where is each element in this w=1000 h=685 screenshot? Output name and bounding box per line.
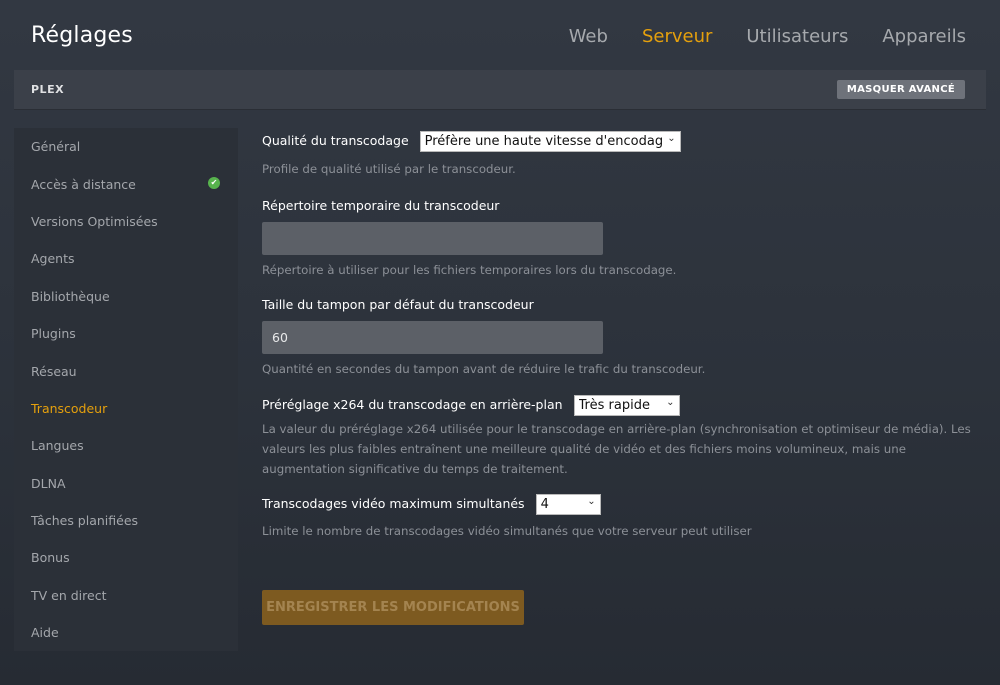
page-title: Réglages — [31, 23, 133, 48]
max-transcodes-row: Transcodages vidéo maximum simultanés 4 … — [262, 491, 987, 516]
sidebar-item-label: Langues — [31, 438, 84, 454]
buffer-label: Taille du tampon par défaut du transcode… — [262, 297, 534, 312]
quality-help: Profile de qualité utilisé par le transc… — [262, 162, 516, 176]
sidebar-item-label: Bibliothèque — [31, 288, 110, 304]
max-transcodes-label: Transcodages vidéo maximum simultanés — [262, 496, 525, 511]
tab-serveur[interactable]: Serveur — [642, 26, 712, 47]
sidebar-item-label: Transcodeur — [31, 400, 108, 416]
sidebar-item-label: Tâches planifiées — [31, 513, 139, 529]
temp-dir-help: Répertoire à utiliser pour les fichiers … — [262, 263, 677, 277]
server-section-bar: PLEX MASQUER AVANCÉ — [14, 70, 986, 110]
sidebar-item-plugins[interactable]: Plugins — [14, 315, 238, 352]
sidebar-item-extras[interactable]: Bonus — [14, 539, 238, 576]
sidebar-item-agents[interactable]: Agents — [14, 240, 238, 277]
sidebar-item-optimized-versions[interactable]: Versions Optimisées — [14, 203, 238, 240]
sidebar-item-general[interactable]: Général — [14, 128, 238, 165]
top-nav: Web Serveur Utilisateurs Appareils — [535, 26, 966, 47]
save-changes-button[interactable]: ENREGISTRER LES MODIFICATIONS — [262, 590, 524, 625]
max-transcodes-select[interactable]: 4 — [535, 493, 601, 515]
sidebar-item-languages[interactable]: Langues — [14, 427, 238, 464]
sidebar-item-dlna[interactable]: DLNA — [14, 465, 238, 502]
transcoder-settings-form: Qualité du transcodage Préfère une haute… — [262, 128, 987, 541]
sidebar-item-label: Bonus — [31, 550, 70, 566]
sidebar-item-scheduled-tasks[interactable]: Tâches planifiées — [14, 502, 238, 539]
sidebar-item-live-tv[interactable]: TV en direct — [14, 577, 238, 614]
sidebar-item-label: Versions Optimisées — [31, 213, 158, 229]
tab-appareils[interactable]: Appareils — [882, 26, 966, 47]
sidebar-item-label: Réseau — [31, 363, 77, 379]
tab-utilisateurs[interactable]: Utilisateurs — [746, 26, 848, 47]
preset-help: La valeur du préréglage x264 utilisée po… — [262, 422, 971, 476]
sidebar-item-label: Accès à distance — [31, 176, 136, 192]
quality-select[interactable]: Préfère une haute vitesse d'encodage — [419, 130, 681, 152]
sidebar-item-label: Plugins — [31, 326, 76, 342]
max-transcodes-select-wrap: 4 ⌄ — [535, 493, 601, 515]
sidebar-item-library[interactable]: Bibliothèque — [14, 278, 238, 315]
server-name: PLEX — [31, 83, 65, 96]
check-circle-icon: ✔ — [208, 177, 220, 190]
sidebar-item-label: Agents — [31, 251, 75, 267]
sidebar-item-label: Aide — [31, 625, 59, 641]
sidebar-item-help[interactable]: Aide — [14, 614, 238, 651]
sidebar-item-transcoder[interactable]: Transcodeur — [14, 390, 238, 427]
quality-select-wrap: Préfère une haute vitesse d'encodage ⌄ — [419, 130, 681, 152]
preset-select[interactable]: Très rapide — [573, 394, 680, 416]
quality-row: Qualité du transcodage Préfère une haute… — [262, 128, 987, 153]
top-bar: Réglages Web Serveur Utilisateurs Appare… — [0, 0, 1000, 70]
buffer-input[interactable] — [262, 321, 603, 354]
buffer-help: Quantité en secondes du tampon avant de … — [262, 362, 706, 376]
preset-label: Préréglage x264 du transcodage en arrièr… — [262, 397, 563, 412]
hide-advanced-button[interactable]: MASQUER AVANCÉ — [836, 80, 965, 99]
sidebar-item-remote-access[interactable]: Accès à distance ✔ — [14, 165, 238, 202]
sidebar-item-network[interactable]: Réseau — [14, 352, 238, 389]
preset-select-wrap: Très rapide ⌄ — [573, 394, 680, 416]
max-transcodes-help: Limite le nombre de transcodages vidéo s… — [262, 524, 752, 538]
quality-label: Qualité du transcodage — [262, 133, 409, 148]
temp-dir-input[interactable] — [262, 222, 603, 255]
preset-row: Préréglage x264 du transcodage en arrièr… — [262, 392, 987, 417]
temp-dir-label: Répertoire temporaire du transcodeur — [262, 198, 500, 213]
sidebar-item-label: TV en direct — [31, 587, 107, 603]
sidebar-item-label: DLNA — [31, 475, 66, 491]
sidebar-item-label: Général — [31, 139, 81, 155]
settings-sidebar: Général Accès à distance ✔ Versions Opti… — [14, 128, 238, 651]
tab-web[interactable]: Web — [569, 26, 608, 47]
